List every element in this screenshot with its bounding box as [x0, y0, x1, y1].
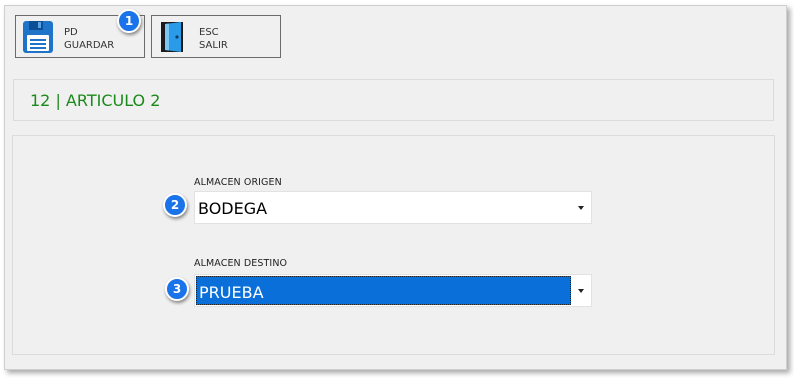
- destination-warehouse-select[interactable]: PRUEBA: [194, 274, 592, 307]
- dropdown-arrow-icon[interactable]: [571, 192, 591, 223]
- save-shortcut-key: PD: [64, 27, 78, 38]
- exit-shortcut-key: ESC: [199, 27, 219, 38]
- save-button-label: GUARDAR: [64, 40, 115, 51]
- origin-warehouse-label: ALMACEN ORIGEN: [194, 177, 282, 188]
- exit-button-label: SALIR: [199, 40, 228, 51]
- origin-warehouse-value: BODEGA: [198, 199, 268, 218]
- selection-highlight: PRUEBA: [196, 276, 571, 305]
- transfer-form-panel: [12, 135, 775, 355]
- callout-badge-1: 1: [117, 9, 141, 33]
- exit-button[interactable]: ESC SALIR: [151, 15, 281, 58]
- floppy-disk-icon: [22, 20, 54, 58]
- page-title: 12 | ARTICULO 2: [30, 91, 161, 110]
- callout-badge-3: 3: [165, 277, 189, 301]
- origin-warehouse-select[interactable]: BODEGA: [194, 191, 592, 224]
- record-header: 12 | ARTICULO 2: [13, 79, 774, 121]
- destination-warehouse-value: PRUEBA: [199, 283, 264, 302]
- destination-warehouse-label: ALMACEN DESTINO: [194, 258, 288, 269]
- dropdown-arrow-icon[interactable]: [571, 275, 591, 306]
- callout-badge-2: 2: [163, 193, 187, 217]
- door-exit-icon: [160, 21, 188, 57]
